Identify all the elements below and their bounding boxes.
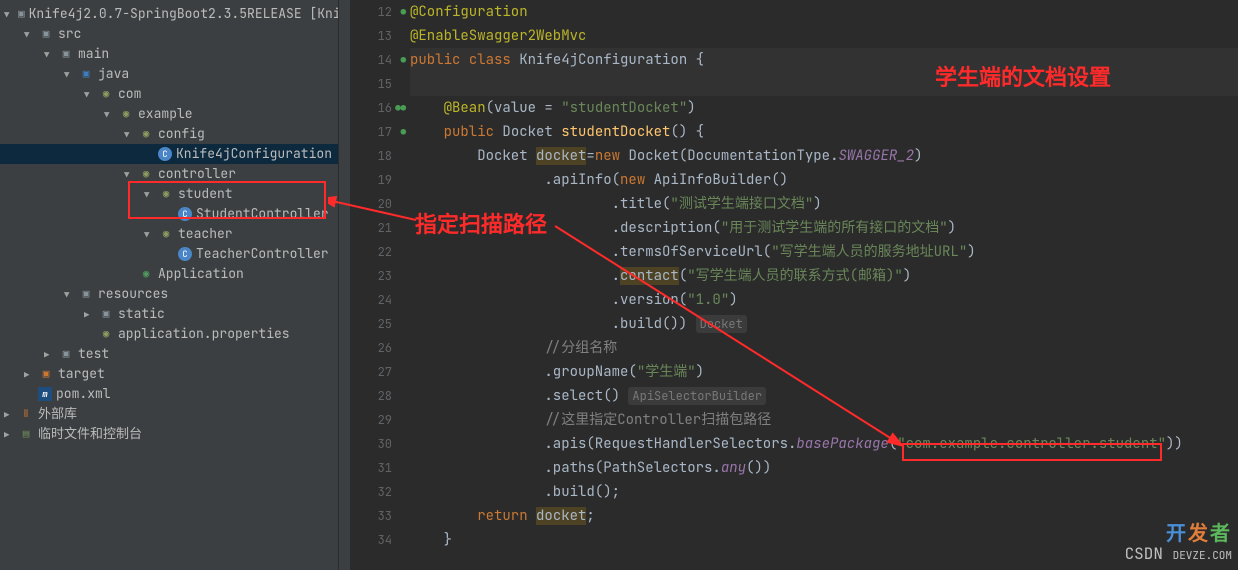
tree-appprops[interactable]: ◉application.properties (0, 324, 338, 344)
tree-com[interactable]: ◉com (0, 84, 338, 104)
tree-root[interactable]: ▣Knife4j2.0.7-SpringBoot2.3.5RELEASE [Kn… (0, 4, 338, 24)
project-tree: ▣Knife4j2.0.7-SpringBoot2.3.5RELEASE [Kn… (0, 0, 338, 570)
tree-main[interactable]: ▣main (0, 44, 338, 64)
code-line: public class Knife4jConfiguration { (410, 48, 1238, 72)
tree-teachercontroller[interactable]: CTeacherController (0, 244, 338, 264)
code-line: .apis(RequestHandlerSelectors.basePackag… (410, 432, 1238, 456)
tree-tempfiles[interactable]: ▤临时文件和控制台 (0, 424, 338, 444)
code-line: //这里指定Controller扫描包路径 (410, 408, 1238, 432)
code-line: .groupName("学生端") (410, 360, 1238, 384)
tree-src[interactable]: ▣src (0, 24, 338, 44)
code-line: .build(); (410, 480, 1238, 504)
annotation-scanpath: 指定扫描路径 (415, 207, 547, 239)
code-line: .paths(PathSelectors.any()) (410, 456, 1238, 480)
tree-teacher[interactable]: ◉teacher (0, 224, 338, 244)
code-line: .apiInfo(new ApiInfoBuilder() (410, 168, 1238, 192)
code-line: @Bean(value = "studentDocket") (410, 96, 1238, 120)
tree-studentcontroller[interactable]: CStudentController (0, 204, 338, 224)
code-line: .contact("写学生端人员的联系方式(邮箱)") (410, 264, 1238, 288)
watermark-devze: 开发者 (1166, 517, 1232, 546)
watermark-csdn: CSDN DEVZE.COM (1125, 543, 1232, 564)
tree-example[interactable]: ◉example (0, 104, 338, 124)
code-line: Docket docket=new Docket(DocumentationTy… (410, 144, 1238, 168)
code-line: .build()) Docket (410, 312, 1238, 336)
tree-extlib[interactable]: ⫴外部库 (0, 404, 338, 424)
tree-test[interactable]: ▣test (0, 344, 338, 364)
tree-static[interactable]: ▣static (0, 304, 338, 324)
tree-student[interactable]: ◉student (0, 184, 338, 204)
tree-target[interactable]: ▣target (0, 364, 338, 384)
tree-config[interactable]: ◉config (0, 124, 338, 144)
code-line: .version("1.0") (410, 288, 1238, 312)
tree-java[interactable]: ▣java (0, 64, 338, 84)
code-line: .select() ApiSelectorBuilder (410, 384, 1238, 408)
code-area[interactable]: @Configuration @EnableSwagger2WebMvc pub… (410, 0, 1238, 570)
code-line: public Docket studentDocket() { (410, 120, 1238, 144)
code-line: //分组名称 (410, 336, 1238, 360)
code-line: @Configuration (410, 0, 1238, 24)
tree-controller[interactable]: ◉controller (0, 164, 338, 184)
code-line: return docket; (410, 504, 1238, 528)
tree-application[interactable]: ◉Application (0, 264, 338, 284)
tree-knife4jconfig[interactable]: CKnife4jConfiguration (0, 144, 338, 164)
code-line: .termsOfServiceUrl("写学生端人员的服务地址URL") (410, 240, 1238, 264)
code-line: } (410, 528, 1238, 552)
code-line: @EnableSwagger2WebMvc (410, 24, 1238, 48)
annotation-docsettings: 学生端的文档设置 (935, 60, 1111, 92)
line-gutter: 12●1314●1516●●17●18192021222324252627282… (350, 0, 410, 570)
code-line (410, 72, 1238, 96)
tree-pom[interactable]: mpom.xml (0, 384, 338, 404)
tree-resources[interactable]: ▣resources (0, 284, 338, 304)
